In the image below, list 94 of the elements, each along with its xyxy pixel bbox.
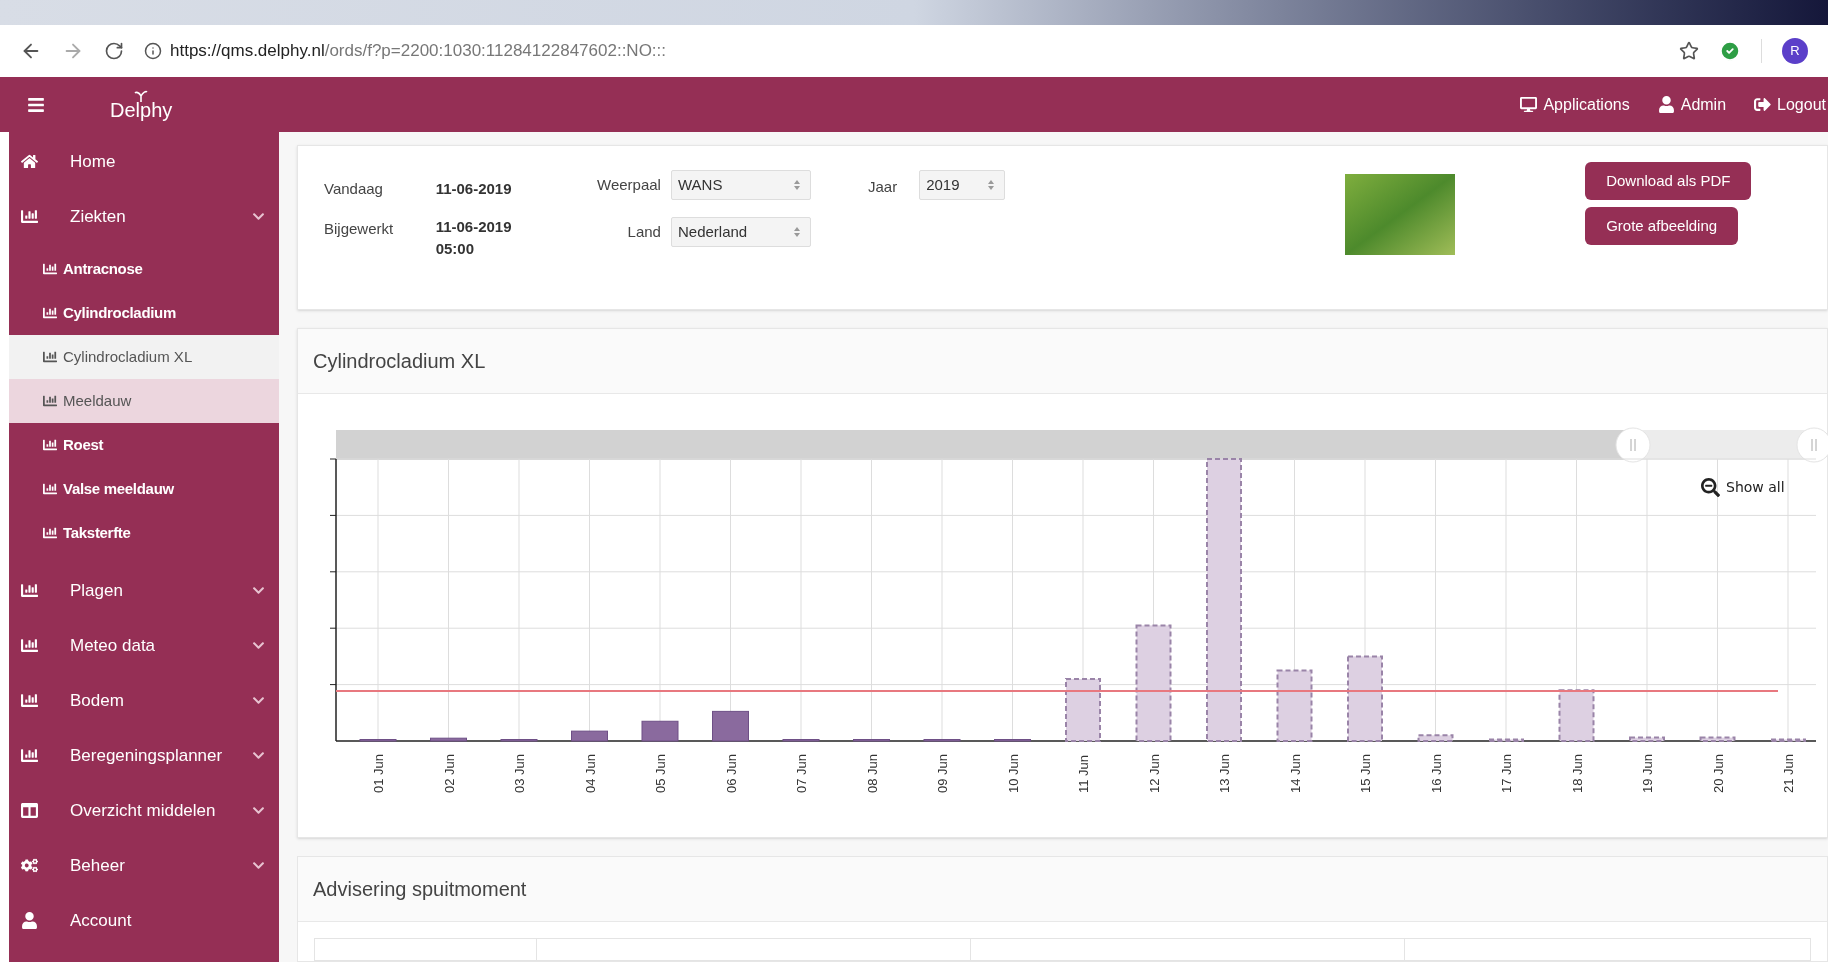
- bookmark-star-icon[interactable]: [1679, 41, 1699, 61]
- bar-chart-icon: [21, 747, 38, 764]
- chevron-down-icon: [252, 859, 265, 872]
- sidebar-subitem[interactable]: Taksterfte: [9, 511, 279, 555]
- sidebar-subitem[interactable]: Cylindrocladium XL: [9, 335, 279, 379]
- updated-label: Bijgewerkt: [324, 218, 395, 239]
- header-link[interactable]: Admin: [1657, 92, 1727, 117]
- sort-arrows-icon: [793, 180, 800, 190]
- x-axis-label: 04 Jun: [582, 753, 598, 793]
- x-axis-label: 15 Jun: [1358, 753, 1373, 793]
- sign-out-icon: [1754, 96, 1772, 113]
- logo[interactable]: Delphy: [110, 99, 173, 120]
- select-field[interactable]: 2019: [919, 170, 1006, 200]
- year-label: Jaar: [868, 177, 898, 197]
- sort-arrows-icon: [793, 227, 800, 237]
- x-axis-label: 11 Jun: [1076, 754, 1091, 793]
- address-bar[interactable]: https://qms.delphy.nl/ords/f?p=2200:1030:11284122847602::NO:::: [170, 38, 1659, 64]
- x-axis-label: 14 Jun: [1287, 753, 1303, 793]
- user-icon: [21, 912, 38, 929]
- monitor-icon: [1520, 96, 1538, 113]
- bar-chart-icon: [21, 208, 38, 225]
- sidebar-item[interactable]: Account: [9, 893, 279, 948]
- x-axis-label: 13 Jun: [1217, 753, 1232, 793]
- columns-icon: [21, 802, 38, 819]
- sidebar-item[interactable]: Overzicht middelen: [9, 783, 279, 838]
- zoom-out-icon: [1701, 478, 1720, 497]
- sidebar-subitem[interactable]: Meeldauw: [9, 379, 279, 423]
- reload-icon[interactable]: [104, 41, 124, 61]
- chevron-down-icon: [252, 210, 265, 223]
- bar-chart-icon: [43, 350, 57, 364]
- sprout-icon: [134, 89, 149, 102]
- sidebar-subitem[interactable]: Roest: [9, 423, 279, 467]
- bar-chart-icon: [21, 637, 38, 654]
- bar-chart-icon: [43, 262, 57, 276]
- bar-chart-icon: [43, 526, 57, 540]
- station-label: Weerpaal: [596, 174, 661, 195]
- sort-arrows-icon: [988, 180, 995, 190]
- select-field[interactable]: Nederland: [670, 217, 811, 247]
- home-icon: [21, 153, 38, 170]
- sidebar-item[interactable]: Home: [9, 134, 279, 189]
- x-axis-label: 19 Jun: [1640, 753, 1655, 793]
- x-axis-label: 12 Jun: [1146, 753, 1162, 793]
- x-axis-label: 20 Jun: [1710, 753, 1726, 793]
- country-label: Land: [626, 221, 661, 242]
- info-icon[interactable]: [144, 42, 162, 60]
- sidebar-item[interactable]: Ziekten: [9, 189, 279, 244]
- bar-chart-icon: [43, 438, 57, 452]
- x-axis-label: 05 Jun: [653, 753, 668, 793]
- bar-chart-icon: [43, 394, 57, 408]
- advice-title: Advisering spuitmoment: [313, 877, 527, 902]
- x-axis-label: 21 Jun: [1781, 753, 1796, 793]
- bar-chart-icon: [21, 582, 38, 599]
- x-axis-label: 17 Jun: [1499, 753, 1514, 793]
- sidebar-item[interactable]: Bodem: [9, 673, 279, 728]
- x-axis-label: 06 Jun: [723, 753, 739, 793]
- bar-chart-icon: [43, 482, 57, 496]
- sidebar-item[interactable]: Plagen: [9, 563, 279, 618]
- x-axis-label: 09 Jun: [935, 753, 950, 793]
- menu-icon[interactable]: [27, 95, 45, 114]
- x-axis-label: 16 Jun: [1428, 753, 1444, 793]
- gears-icon: [21, 857, 38, 874]
- chart-title: Cylindrocladium XL: [313, 349, 486, 374]
- today-value: 11-06-2019: [435, 179, 513, 199]
- chevron-down-icon: [252, 584, 265, 597]
- user-icon: [1657, 96, 1675, 113]
- x-axis-label: 10 Jun: [1005, 753, 1021, 793]
- x-axis-label: 03 Jun: [512, 753, 527, 793]
- sidebar-item[interactable]: Beregeningsplanner: [9, 728, 279, 783]
- sidebar-subitem[interactable]: Antracnose: [9, 247, 279, 291]
- header-link[interactable]: Applications: [1520, 92, 1630, 117]
- sidebar-item[interactable]: Meteo data: [9, 618, 279, 673]
- x-axis-label: 01 Jun: [371, 753, 386, 793]
- bar-chart-icon: [21, 692, 38, 709]
- action-button[interactable]: Download als PDF: [1585, 162, 1752, 200]
- sidebar-item[interactable]: Beheer: [9, 838, 279, 893]
- chevron-down-icon: [252, 749, 265, 762]
- today-label: Vandaag: [324, 179, 384, 199]
- x-axis-label: 07 Jun: [794, 753, 809, 793]
- sidebar-subitem[interactable]: Valse meeldauw: [9, 467, 279, 511]
- sidebar-subitem[interactable]: Cylindrocladium: [9, 291, 279, 335]
- chevron-down-icon: [252, 694, 265, 707]
- check-circle-icon[interactable]: [1719, 40, 1741, 62]
- bar-chart-icon: [43, 306, 57, 320]
- chevron-down-icon: [252, 639, 265, 652]
- select-field[interactable]: WANS: [670, 170, 811, 200]
- header-link[interactable]: Logout: [1754, 92, 1826, 117]
- profile-avatar[interactable]: R: [1782, 38, 1808, 64]
- show-all-button[interactable]: Show all: [1701, 477, 1785, 498]
- chevron-down-icon: [252, 804, 265, 817]
- x-axis-label: 08 Jun: [864, 753, 880, 793]
- x-axis-label: 18 Jun: [1569, 753, 1585, 793]
- action-button[interactable]: Grote afbeelding: [1585, 207, 1739, 245]
- x-axis-label: 02 Jun: [441, 753, 457, 793]
- updated-value: 11-06-2019 05:00: [435, 216, 513, 259]
